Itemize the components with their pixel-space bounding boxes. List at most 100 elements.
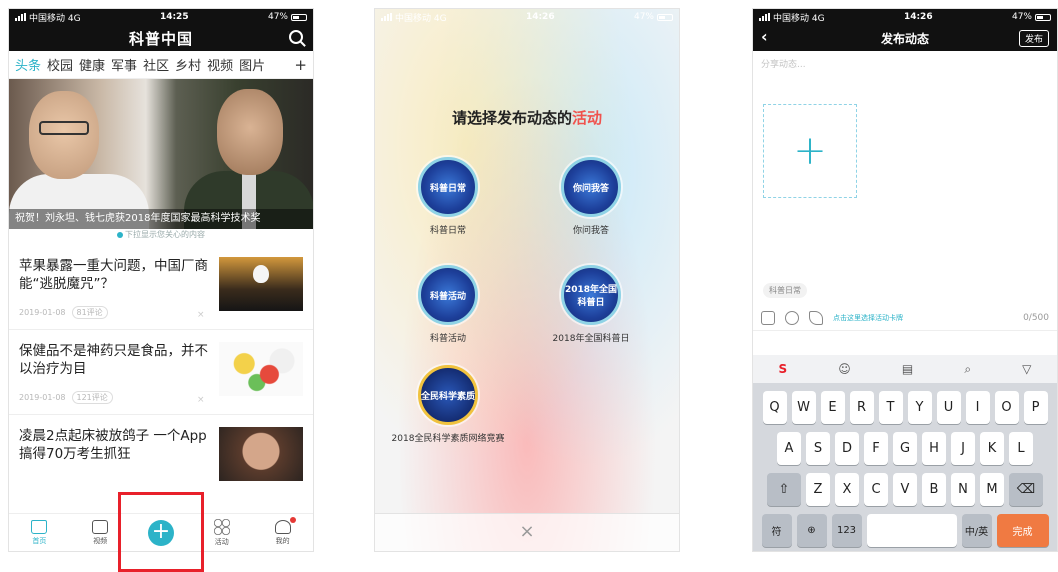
key[interactable]: Q [762, 391, 787, 424]
key[interactable]: K [980, 432, 1004, 465]
key[interactable]: H [922, 432, 946, 465]
status-bar: 中国移动 4G 14:25 47% [9, 9, 313, 25]
activity-icon [213, 518, 230, 535]
activity-option[interactable]: 科普活动 科普活动 [388, 265, 508, 344]
symbol-key[interactable]: 符 [761, 514, 792, 547]
emoji-keyboard-icon[interactable]: ☺ [838, 362, 851, 376]
key[interactable]: F [864, 432, 888, 465]
activity-option[interactable]: 2018年全国科普日 2018年全国科普日 [531, 265, 651, 344]
soft-keyboard: S ☺ ▤ ⌕ ▽ Q W E R T Y U I O P A S D F G … [753, 355, 1057, 551]
done-key[interactable]: 完成 [996, 514, 1049, 547]
key[interactable]: M [980, 473, 1004, 506]
dismiss-icon[interactable]: × [197, 395, 205, 405]
activity-card-hint[interactable]: 点击这里选择活动卡牌 [833, 313, 903, 323]
key[interactable]: O [994, 391, 1019, 424]
language-key[interactable]: 中/英 [961, 514, 992, 547]
comment-count: 81评论 [71, 306, 108, 319]
key[interactable]: T [878, 391, 903, 424]
activity-option[interactable]: 全民科学素质 2018全民科学素质网络竞赛 [388, 365, 508, 444]
activity-tag[interactable]: 科普日常 [763, 283, 807, 298]
activity-option[interactable]: 你问我答 你问我答 [531, 157, 651, 236]
shift-key-icon[interactable]: ⇧ [767, 473, 801, 506]
news-item[interactable]: 保健品不是神药只是食品，并不以治疗为目 2019-01-08 121评论 × [9, 330, 313, 415]
phone-screen-compose-post: 中国移动 4G 14:26 47% ‹ 发布动态 发布 分享动态... + 科普… [752, 8, 1058, 552]
key[interactable]: J [951, 432, 975, 465]
tabbar-me[interactable]: 我的 [252, 514, 313, 551]
tabbar-home-label: 首页 [32, 536, 47, 545]
tabbar-me-label: 我的 [275, 536, 290, 545]
key[interactable]: X [835, 473, 859, 506]
search-icon[interactable] [289, 30, 303, 44]
clock: 14:26 [903, 12, 933, 22]
news-meta: 2019-01-08 121评论 [19, 391, 113, 404]
key[interactable]: W [791, 391, 816, 424]
signal-icon [381, 13, 392, 21]
tab-campus[interactable]: 校园 [47, 55, 73, 74]
number-key[interactable]: 123 [831, 514, 862, 547]
key[interactable]: G [893, 432, 917, 465]
space-key[interactable] [866, 514, 957, 547]
back-icon[interactable]: ‹ [761, 27, 768, 46]
news-thumbnail [219, 427, 303, 481]
hero-face-left [29, 91, 99, 179]
keyboard-search-icon[interactable]: ⌕ [964, 362, 971, 377]
activity-label: 2018全民科学素质网络竞赛 [391, 434, 505, 444]
activity-badge-icon: 科普日常 [418, 157, 478, 217]
key[interactable]: P [1023, 391, 1048, 424]
keyboard-layout-icon[interactable]: ▤ [902, 362, 913, 376]
key[interactable]: A [777, 432, 801, 465]
pull-to-refresh-tip: 下拉显示您关心的内容 [9, 229, 313, 245]
key[interactable]: Y [907, 391, 932, 424]
activity-card-icon[interactable] [809, 310, 823, 325]
key[interactable]: C [864, 473, 888, 506]
key[interactable]: R [849, 391, 874, 424]
activity-label: 科普活动 [429, 334, 466, 344]
tab-video[interactable]: 视频 [207, 55, 233, 74]
publish-button[interactable]: 发布 [1018, 30, 1049, 47]
key[interactable]: Z [806, 473, 830, 506]
news-item[interactable]: 苹果暴露一重大问题，中国厂商能“逃脱魔咒”？ 2019-01-08 81评论 × [9, 245, 313, 330]
key[interactable]: V [893, 473, 917, 506]
key[interactable]: B [922, 473, 946, 506]
add-tab-icon[interactable]: + [294, 56, 307, 74]
activity-label: 2018年全国科普日 [552, 334, 630, 344]
battery-icon [290, 13, 307, 21]
key[interactable]: E [820, 391, 845, 424]
activity-option[interactable]: 科普日常 科普日常 [388, 157, 508, 236]
post-text-input[interactable]: 分享动态... [753, 51, 1057, 75]
key[interactable]: N [951, 473, 975, 506]
tab-health[interactable]: 健康 [79, 55, 105, 74]
key[interactable]: U [936, 391, 961, 424]
collapse-keyboard-icon[interactable]: ▽ [1022, 362, 1031, 376]
status-bar: 中国移动 4G 14:26 47% [753, 9, 1057, 25]
key[interactable]: D [835, 432, 859, 465]
key-row-1: Q W E R T Y U I O P [753, 391, 1057, 424]
key[interactable]: I [965, 391, 990, 424]
news-item[interactable]: 凌晨2点起床被放鸽子 一个App搞得70万考生抓狂 [9, 415, 313, 485]
compose-toolbar: 点击这里选择活动卡牌 0/500 [753, 305, 1057, 331]
image-icon[interactable] [761, 310, 775, 325]
key[interactable]: L [1009, 432, 1033, 465]
activity-badge-icon: 全民科学素质 [418, 365, 478, 425]
add-image-button[interactable]: + [763, 104, 857, 198]
ime-logo-icon[interactable]: S [779, 362, 788, 376]
tab-headline[interactable]: 头条 [15, 55, 41, 74]
news-date: 2019-01-08 [19, 308, 66, 317]
dismiss-icon[interactable]: × [197, 310, 205, 320]
tab-village[interactable]: 乡村 [175, 55, 201, 74]
emoji-icon[interactable] [785, 310, 799, 325]
tab-pictures[interactable]: 图片 [239, 55, 265, 74]
comment-count: 121评论 [71, 391, 113, 404]
tab-community[interactable]: 社区 [143, 55, 169, 74]
hero-banner[interactable]: 祝贺！刘永坦、钱七虎获2018年度国家最高科学技术奖 [9, 79, 313, 229]
news-thumbnail [219, 342, 303, 396]
char-counter: 0/500 [1023, 312, 1049, 323]
activity-badge-icon: 2018年全国科普日 [561, 265, 621, 325]
key[interactable]: S [806, 432, 830, 465]
backspace-key-icon[interactable]: ⌫ [1009, 473, 1043, 506]
globe-key-icon[interactable]: ⊕ [796, 514, 827, 547]
tab-military[interactable]: 军事 [111, 55, 137, 74]
battery-icon [1034, 13, 1051, 21]
close-button[interactable]: × [375, 513, 679, 551]
tabbar-home[interactable]: 首页 [9, 514, 70, 551]
